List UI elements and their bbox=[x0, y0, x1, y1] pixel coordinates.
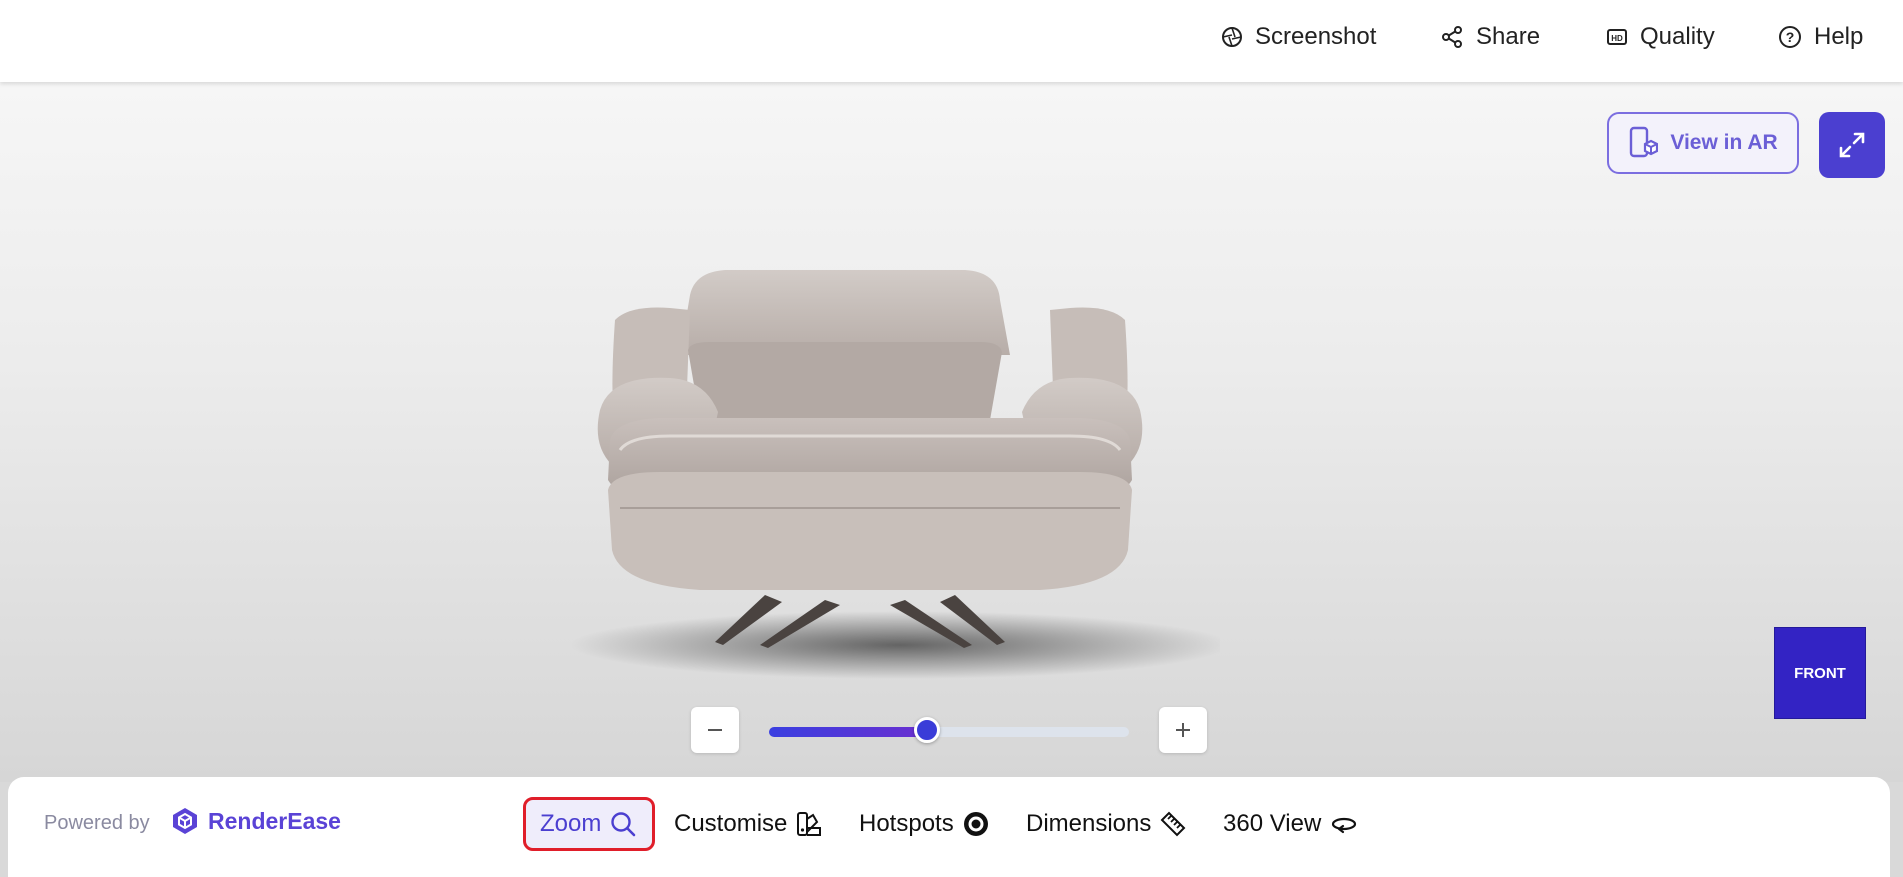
hd-quality-icon: HD bbox=[1607, 29, 1627, 45]
share-label: Share bbox=[1476, 23, 1541, 50]
zoom-in-button[interactable] bbox=[1159, 707, 1207, 753]
minus-icon bbox=[708, 729, 722, 731]
help-icon: ? bbox=[1779, 26, 1801, 48]
svg-text:?: ? bbox=[1786, 29, 1795, 45]
tool-customise-label: Customise bbox=[674, 810, 788, 837]
tool-360-view-label: 360 View bbox=[1223, 810, 1322, 837]
tool-hotspots-label: Hotspots bbox=[859, 810, 954, 837]
brand-name: RenderEase bbox=[208, 807, 341, 834]
quality-label: Quality bbox=[1640, 23, 1715, 50]
tool-zoom-label: Zoom bbox=[540, 810, 602, 837]
svg-text:HD: HD bbox=[1611, 34, 1623, 43]
view-orientation-cube[interactable]: FRONT bbox=[1774, 627, 1866, 719]
help-button[interactable]: ? Help bbox=[1778, 22, 1863, 52]
ruler-icon bbox=[1160, 811, 1186, 837]
renderease-logo-icon bbox=[173, 808, 197, 834]
tool-hotspots[interactable]: Hotspots bbox=[859, 797, 990, 851]
tool-customise[interactable]: Customise bbox=[674, 797, 823, 851]
phone-ar-cube-icon bbox=[1630, 126, 1659, 158]
tool-zoom[interactable]: Zoom bbox=[523, 797, 655, 851]
quality-button[interactable]: HD Quality bbox=[1606, 22, 1715, 52]
expand-icon bbox=[1839, 132, 1865, 158]
target-icon bbox=[963, 812, 988, 836]
armchair-3d-model bbox=[570, 270, 1220, 679]
tool-360-view[interactable]: 360 View bbox=[1223, 797, 1359, 851]
plus-icon bbox=[1176, 723, 1190, 737]
swatch-palette-icon bbox=[797, 812, 822, 836]
magnifier-icon bbox=[611, 812, 636, 837]
tool-dimensions[interactable]: Dimensions bbox=[1026, 797, 1187, 851]
zoom-slider[interactable] bbox=[769, 717, 1129, 743]
tool-dimensions-label: Dimensions bbox=[1026, 810, 1152, 837]
view-in-ar-button[interactable]: View in AR bbox=[1607, 112, 1799, 174]
view-in-ar-label: View in AR bbox=[1670, 131, 1778, 154]
fullscreen-button[interactable] bbox=[1819, 112, 1885, 178]
share-button[interactable]: Share bbox=[1440, 22, 1540, 52]
help-label: Help bbox=[1814, 23, 1864, 50]
rotate-360-icon bbox=[1332, 817, 1357, 834]
camera-shutter-icon bbox=[1222, 27, 1242, 47]
cube-face-label: FRONT bbox=[1794, 664, 1846, 682]
zoom-out-button[interactable] bbox=[691, 707, 739, 753]
screenshot-label: Screenshot bbox=[1255, 23, 1377, 50]
zoom-slider-fill bbox=[769, 727, 928, 737]
screenshot-button[interactable]: Screenshot bbox=[1221, 22, 1376, 52]
brand-logo[interactable]: RenderEase bbox=[170, 806, 341, 836]
powered-by-label: Powered by bbox=[44, 812, 150, 834]
share-icon bbox=[1442, 26, 1462, 48]
top-toolbar: Screenshot Share HD Quality ? Help bbox=[0, 0, 1903, 82]
